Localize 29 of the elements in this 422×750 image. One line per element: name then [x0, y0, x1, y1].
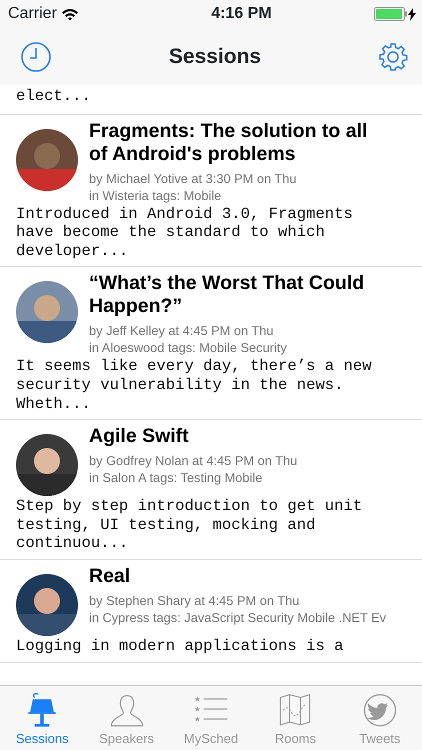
tab-bar-item[interactable]: Tweets: [338, 686, 422, 750]
location-line: in Aloeswood tags: Mobile Security: [89, 339, 288, 356]
status-time: 4:16 PM: [211, 4, 272, 24]
session-title[interactable]: Real: [89, 564, 386, 588]
speaker-line: by Godfrey Nolan at 4:45 PM on Thu: [89, 452, 298, 470]
tab-bar-item[interactable]: Speakers: [84, 686, 169, 750]
session-title[interactable]: Agile Swift: [89, 425, 298, 448]
location-line: in Wisteria tags: Mobile: [89, 186, 222, 204]
tab-bar-item[interactable]: MySched: [168, 686, 254, 750]
carrier-name: Carrier: [8, 4, 57, 24]
session-title[interactable]: Fragments: The solution to all of Android's problems: [89, 120, 389, 166]
speaker-line: by Jeff Kelley at 4:45 PM on Thu: [89, 322, 274, 340]
session-description: Logging in modern applications is a: [16, 636, 345, 656]
session-description: elect...: [16, 87, 92, 106]
location-line: in Salon A tags: Testing Mobile: [89, 469, 264, 486]
tab-bar-item[interactable]: Sessions: [0, 686, 84, 750]
tab-bar-item[interactable]: Rooms: [253, 686, 338, 750]
screen-title: Sessions: [168, 44, 262, 70]
speaker-line: by Michael Yotive at 3:30 PM on Thu: [89, 170, 298, 187]
session-title[interactable]: “What’s the Worst That Could Happen?”: [89, 272, 389, 318]
settings-icon[interactable]: [378, 42, 408, 72]
session-description: Introduced in Android 3.0, Fragments have become the standard to which developer...: [16, 204, 354, 260]
battery-icon: [374, 7, 408, 21]
session-description: It seems like every day, there’s a new security vulnerability in the news. Wheth...: [16, 357, 373, 414]
session-description: Step by step introduction to get unit testing, UI testing, mocking and continuou...: [16, 497, 364, 553]
speaker-line: by Stephen Shary at 4:45 PM on Thu: [89, 592, 300, 609]
wifi-icon: [60, 8, 79, 20]
location-line: in Cypress tags: JavaScript Security Mobile .NET Ev: [89, 608, 386, 626]
clock-icon[interactable]: [20, 40, 52, 72]
